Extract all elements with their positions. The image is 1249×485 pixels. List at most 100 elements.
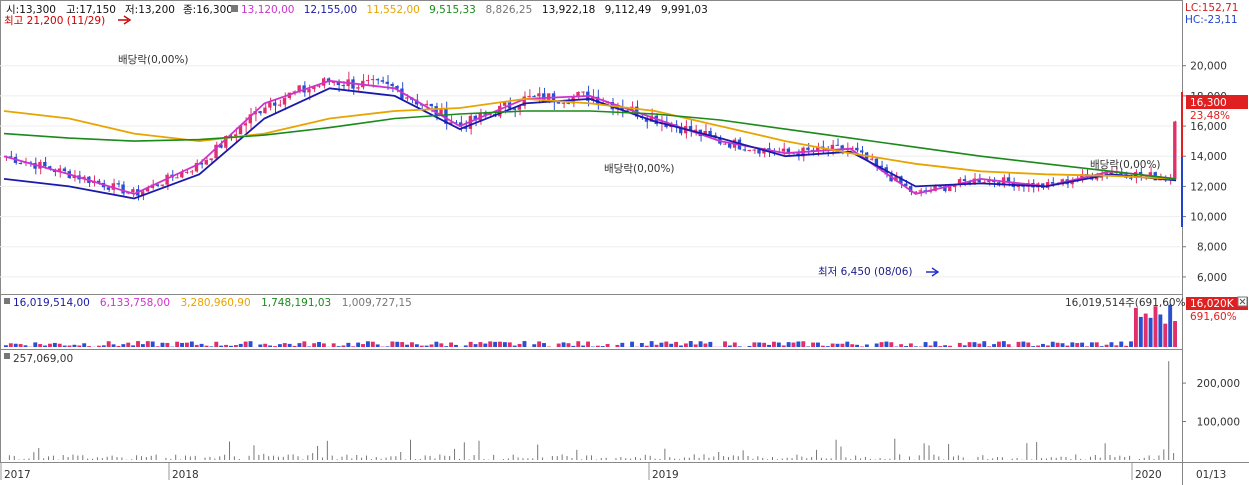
price-tick-label: 20,000 (1190, 61, 1227, 73)
lower-bar (732, 455, 734, 460)
lower-bar (170, 458, 172, 460)
stock-chart[interactable]: 6,0008,00010,00012,00014,00016,00018,000… (0, 0, 1249, 485)
volume-bar (439, 343, 444, 347)
lower-bar (96, 457, 98, 460)
candle-body (948, 187, 952, 192)
volume-bar (933, 341, 938, 347)
lower-bar (321, 457, 323, 460)
volume-bar (1143, 313, 1148, 347)
candle-body (727, 143, 732, 148)
candle-body (106, 187, 111, 190)
candle-body (18, 162, 23, 164)
lower-bar (864, 456, 866, 460)
lower-bar (806, 458, 808, 460)
legend-swatch (231, 5, 238, 12)
volume-bar (708, 341, 713, 347)
volume-bar (723, 341, 727, 347)
volume-bar (507, 342, 512, 347)
volume-bar (292, 345, 297, 347)
ma-legend-value: 13,922,18 (542, 4, 595, 16)
lower-bar (1163, 449, 1165, 460)
volume-bar (908, 343, 913, 347)
lower-bar (478, 440, 480, 460)
lower-bar (605, 457, 607, 460)
lower-bar (214, 458, 216, 460)
lower-bar (346, 454, 348, 460)
lower-bar (767, 459, 769, 460)
dividend-label-2: 배당락(0,00%) (604, 163, 675, 175)
lower-bar (282, 456, 284, 460)
lower-bar (145, 457, 147, 460)
lower-bar (771, 456, 773, 460)
lower-bar (674, 458, 676, 460)
volume-bar (317, 342, 321, 347)
volume-bar (595, 345, 600, 347)
lower-bar (635, 457, 637, 460)
volume-bar (1099, 346, 1104, 347)
volume-bar (395, 341, 400, 347)
volume-bar (101, 345, 106, 347)
lower-bar (136, 455, 138, 460)
lower-bar (664, 448, 666, 460)
lower-bar (331, 455, 333, 460)
lower-bar (395, 456, 397, 460)
volume-bar (732, 342, 737, 347)
volume-bar (1060, 343, 1065, 347)
volume-bar (630, 341, 635, 347)
lower-bar (229, 441, 231, 460)
volume-bar (762, 342, 767, 347)
volume-bar (913, 346, 918, 347)
volume-bar (38, 344, 43, 347)
lower-bar (816, 449, 818, 460)
volume-bar (106, 341, 111, 347)
volume-bar (312, 343, 317, 347)
lower-bar (762, 457, 764, 460)
lower-bar (1001, 457, 1003, 460)
candle-body (43, 161, 47, 167)
volume-bar (136, 341, 140, 347)
candle-body (1129, 177, 1133, 179)
lower-tick-label: 200,000 (1197, 378, 1240, 390)
lower-bar (429, 455, 431, 460)
candle-body (121, 184, 125, 194)
volume-bar (1158, 314, 1163, 347)
volume-bar (556, 343, 561, 347)
volume-bar (131, 345, 136, 347)
volume-bar (233, 345, 238, 347)
lower-bar (184, 455, 186, 460)
volume-bar (1075, 343, 1080, 347)
volume-bar (1080, 342, 1085, 347)
lower-bar (312, 453, 314, 460)
lower-bar (77, 455, 79, 460)
lower-bar (801, 456, 803, 460)
volume-bar (468, 341, 473, 347)
volume-bar (429, 344, 434, 347)
volume-bar (727, 345, 732, 347)
volume-bar (52, 342, 57, 347)
volume-bar (1148, 317, 1153, 347)
lower-bar (111, 455, 113, 460)
lower-bar (1041, 458, 1043, 460)
lower-bar (351, 458, 353, 460)
lower-bar (581, 459, 583, 460)
volume-bar (571, 345, 576, 347)
lower-bar (703, 454, 705, 460)
candle-body (189, 171, 194, 173)
volume-bar (581, 345, 586, 347)
volume-bar (928, 345, 933, 347)
volume-bar (400, 342, 405, 347)
candle-body (1173, 121, 1177, 180)
lower-bar (1143, 457, 1145, 460)
lower-bar (1011, 458, 1013, 460)
lower-bar (248, 455, 250, 460)
volume-bar (1089, 342, 1094, 347)
lower-bar (957, 455, 959, 460)
lower-bar (600, 458, 602, 460)
volume-bar (811, 342, 816, 347)
volume-bar (693, 344, 698, 347)
candle-body (532, 96, 536, 98)
lower-bar (884, 459, 886, 460)
lower-bar (52, 455, 54, 460)
volume-bar (512, 345, 517, 347)
lower-bar (307, 455, 309, 460)
